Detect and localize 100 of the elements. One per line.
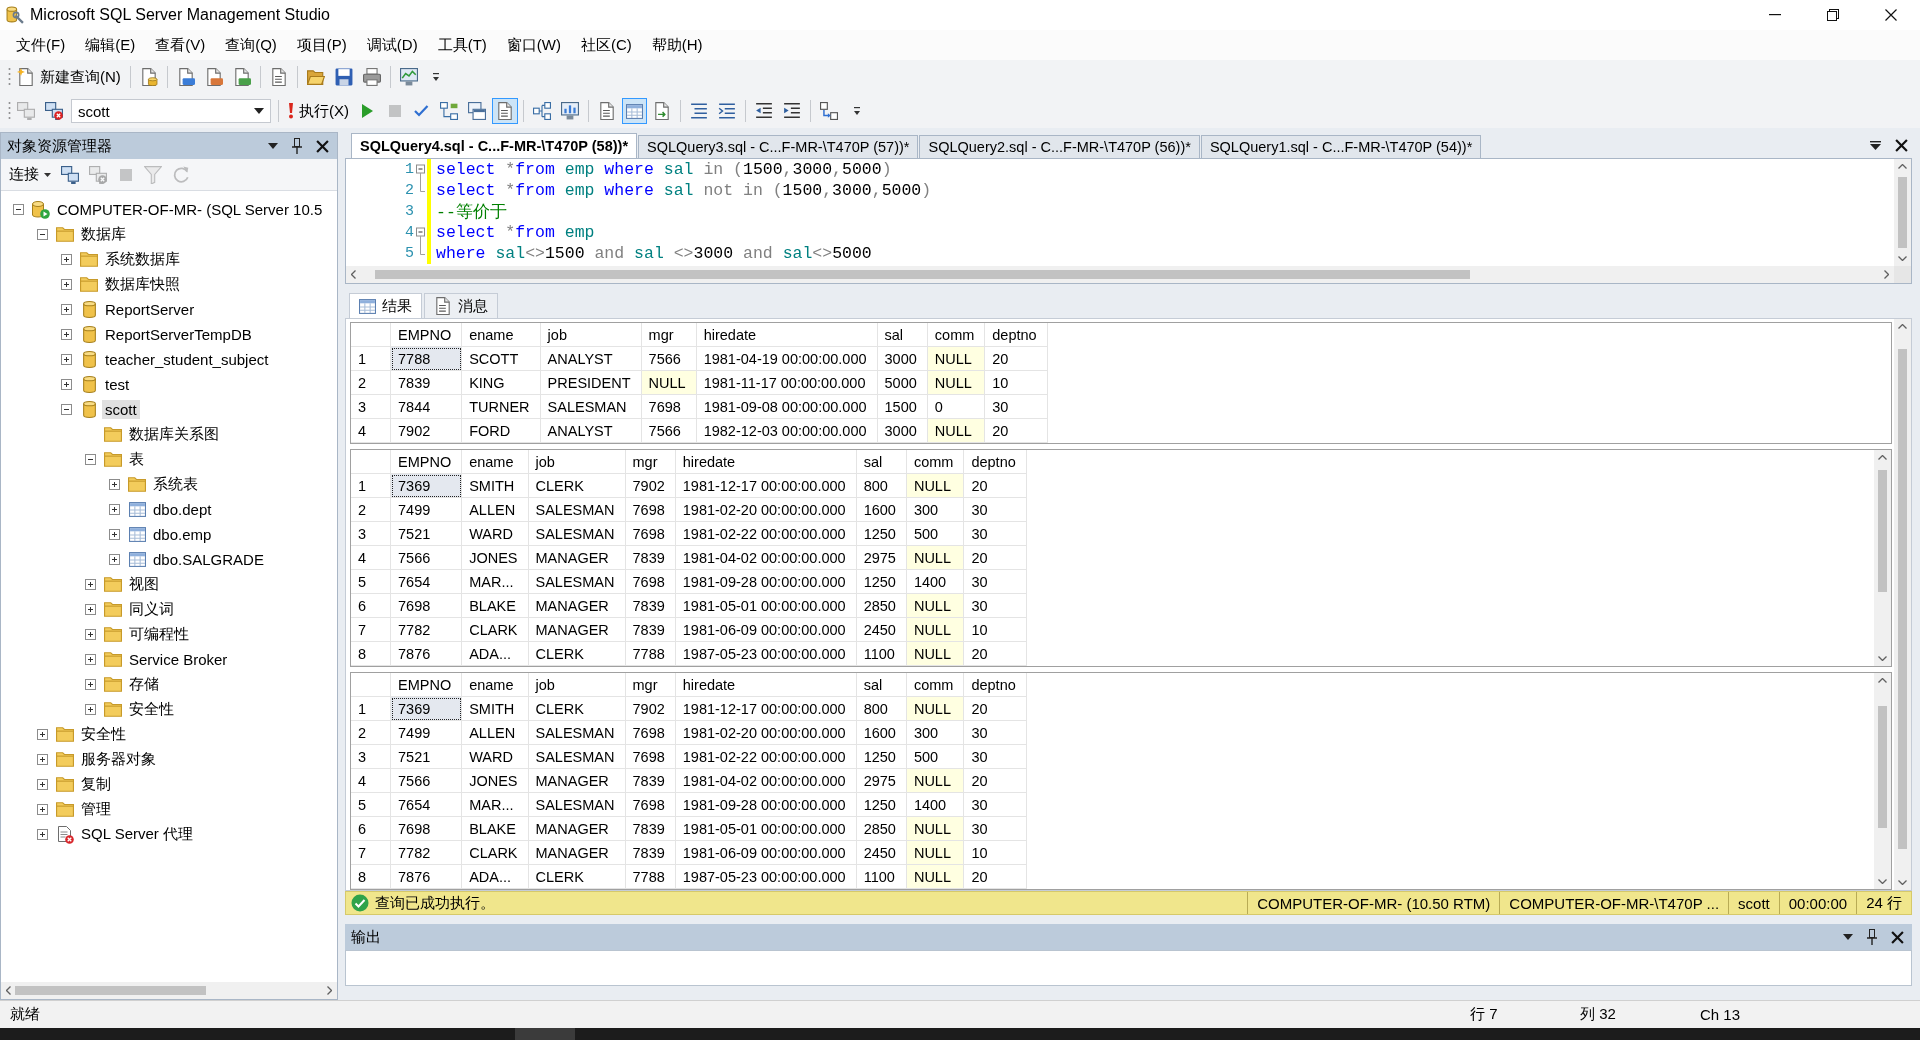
tree-item[interactable]: 系统数据库: [102, 249, 183, 270]
row-header[interactable]: 7: [351, 618, 391, 642]
column-header[interactable]: EMPNO: [391, 323, 463, 347]
menu-item[interactable]: 社区(C): [570, 32, 642, 58]
document-tab[interactable]: SQLQuery1.sql - C...F-MR-\T470P (54))*: [1200, 135, 1482, 158]
scroll-down-icon[interactable]: [1898, 880, 1907, 885]
tree-item[interactable]: dbo.dept: [150, 500, 215, 519]
toolbar-button[interactable]: [492, 98, 518, 124]
tree-item[interactable]: teacher_student_subject: [102, 350, 272, 369]
scrollbar[interactable]: [1, 982, 337, 999]
dropdown-icon[interactable]: [1843, 934, 1853, 940]
scroll-down-icon[interactable]: [1878, 656, 1887, 661]
results-tab[interactable]: 结果: [349, 293, 422, 318]
expand-icon[interactable]: [109, 529, 120, 540]
row-header[interactable]: 6: [351, 594, 391, 618]
close-icon[interactable]: [1891, 930, 1904, 944]
expand-icon[interactable]: [61, 254, 72, 265]
tree-item[interactable]: 服务器对象: [78, 749, 159, 770]
grip-handle[interactable]: [8, 101, 11, 121]
expand-icon[interactable]: [109, 479, 120, 490]
column-header[interactable]: job: [528, 673, 626, 697]
row-header[interactable]: 4: [351, 419, 391, 443]
tree-item[interactable]: 数据库: [78, 224, 129, 245]
menu-item[interactable]: 文件(F): [6, 32, 76, 58]
column-header[interactable]: sal: [856, 673, 907, 697]
expand-icon[interactable]: [85, 629, 96, 640]
expand-icon[interactable]: [61, 304, 72, 315]
row-header[interactable]: 2: [351, 371, 391, 395]
tree-item[interactable]: 存储: [126, 674, 162, 695]
column-header[interactable]: comm: [927, 323, 986, 347]
column-header[interactable]: deptno: [985, 323, 1048, 347]
tree-item[interactable]: 同义词: [126, 599, 177, 620]
tree-item[interactable]: 可编程性: [126, 624, 192, 645]
dropdown-icon[interactable]: [268, 143, 278, 149]
tree-item[interactable]: dbo.SALGRADE: [150, 550, 267, 569]
document-tab[interactable]: SQLQuery4.sql - C...F-MR-\T470P (58))*: [351, 133, 638, 158]
expand-icon[interactable]: [109, 554, 120, 565]
scrollbar-thumb[interactable]: [15, 986, 206, 995]
scroll-up-icon[interactable]: [1878, 455, 1887, 460]
tree-item[interactable]: 视图: [126, 574, 162, 595]
row-header[interactable]: 1: [351, 347, 391, 371]
menu-item[interactable]: 窗口(W): [496, 32, 571, 58]
pin-icon[interactable]: [292, 138, 302, 154]
collapse-icon[interactable]: [61, 404, 72, 415]
row-header[interactable]: 2: [351, 721, 391, 745]
grip-handle[interactable]: [8, 67, 11, 87]
expand-icon[interactable]: [37, 729, 48, 740]
column-header[interactable]: mgr: [625, 450, 676, 474]
scroll-right-icon[interactable]: [1884, 270, 1889, 279]
document-tab[interactable]: SQLQuery3.sql - C...F-MR-\T470P (57))*: [638, 135, 919, 158]
scroll-up-icon[interactable]: [1898, 164, 1907, 169]
connect-button[interactable]: 连接: [5, 161, 55, 188]
expand-icon[interactable]: [61, 379, 72, 390]
tree-item[interactable]: 管理: [78, 799, 114, 820]
column-header[interactable]: sal: [856, 450, 907, 474]
tree-item[interactable]: 数据库关系图: [126, 424, 222, 445]
overflow-icon[interactable]: [1870, 140, 1881, 150]
expand-icon[interactable]: [61, 354, 72, 365]
column-header[interactable]: job: [540, 323, 642, 347]
tree-item[interactable]: 安全性: [126, 699, 177, 720]
tree-item[interactable]: dbo.emp: [150, 525, 215, 544]
expand-icon[interactable]: [37, 804, 48, 815]
scrollbar-thumb[interactable]: [1898, 176, 1907, 249]
close-icon[interactable]: [316, 139, 329, 153]
scrollbar[interactable]: [346, 266, 1894, 283]
row-header[interactable]: 5: [351, 570, 391, 594]
column-header[interactable]: deptno: [964, 450, 1027, 474]
column-header[interactable]: EMPNO: [391, 673, 463, 697]
close-icon[interactable]: [1895, 138, 1908, 152]
scrollbar[interactable]: [1874, 673, 1891, 889]
tree-item[interactable]: scott: [102, 400, 140, 419]
tree-item[interactable]: ReportServerTempDB: [102, 325, 255, 344]
row-header[interactable]: 7: [351, 841, 391, 865]
row-header[interactable]: 4: [351, 546, 391, 570]
tree-item[interactable]: 复制: [78, 774, 114, 795]
row-header[interactable]: 1: [351, 697, 391, 721]
column-header[interactable]: mgr: [641, 323, 697, 347]
menu-item[interactable]: 查看(V): [145, 32, 216, 58]
collapse-icon[interactable]: [13, 204, 24, 215]
scroll-up-icon[interactable]: [1898, 324, 1907, 329]
expand-icon[interactable]: [85, 679, 96, 690]
row-header[interactable]: 8: [351, 642, 391, 666]
database-select[interactable]: scott: [71, 99, 271, 123]
menu-item[interactable]: 帮助(H): [641, 32, 713, 58]
column-header[interactable]: ename: [462, 450, 529, 474]
column-header[interactable]: job: [528, 450, 626, 474]
row-header[interactable]: 8: [351, 865, 391, 889]
row-header[interactable]: 1: [351, 474, 391, 498]
scrollbar[interactable]: [1894, 159, 1911, 266]
column-header[interactable]: ename: [462, 673, 529, 697]
tree-item[interactable]: SQL Server 代理: [78, 824, 196, 845]
scroll-right-icon[interactable]: [327, 986, 332, 995]
expand-icon[interactable]: [85, 654, 96, 665]
scroll-up-icon[interactable]: [1878, 678, 1887, 683]
new-query-button[interactable]: 新建查询(N): [13, 64, 125, 90]
scrollbar[interactable]: [1874, 450, 1891, 666]
column-header[interactable]: comm: [906, 673, 965, 697]
menu-item[interactable]: 项目(P): [286, 32, 357, 58]
tree-item[interactable]: test: [102, 375, 133, 394]
row-header[interactable]: 5: [351, 793, 391, 817]
